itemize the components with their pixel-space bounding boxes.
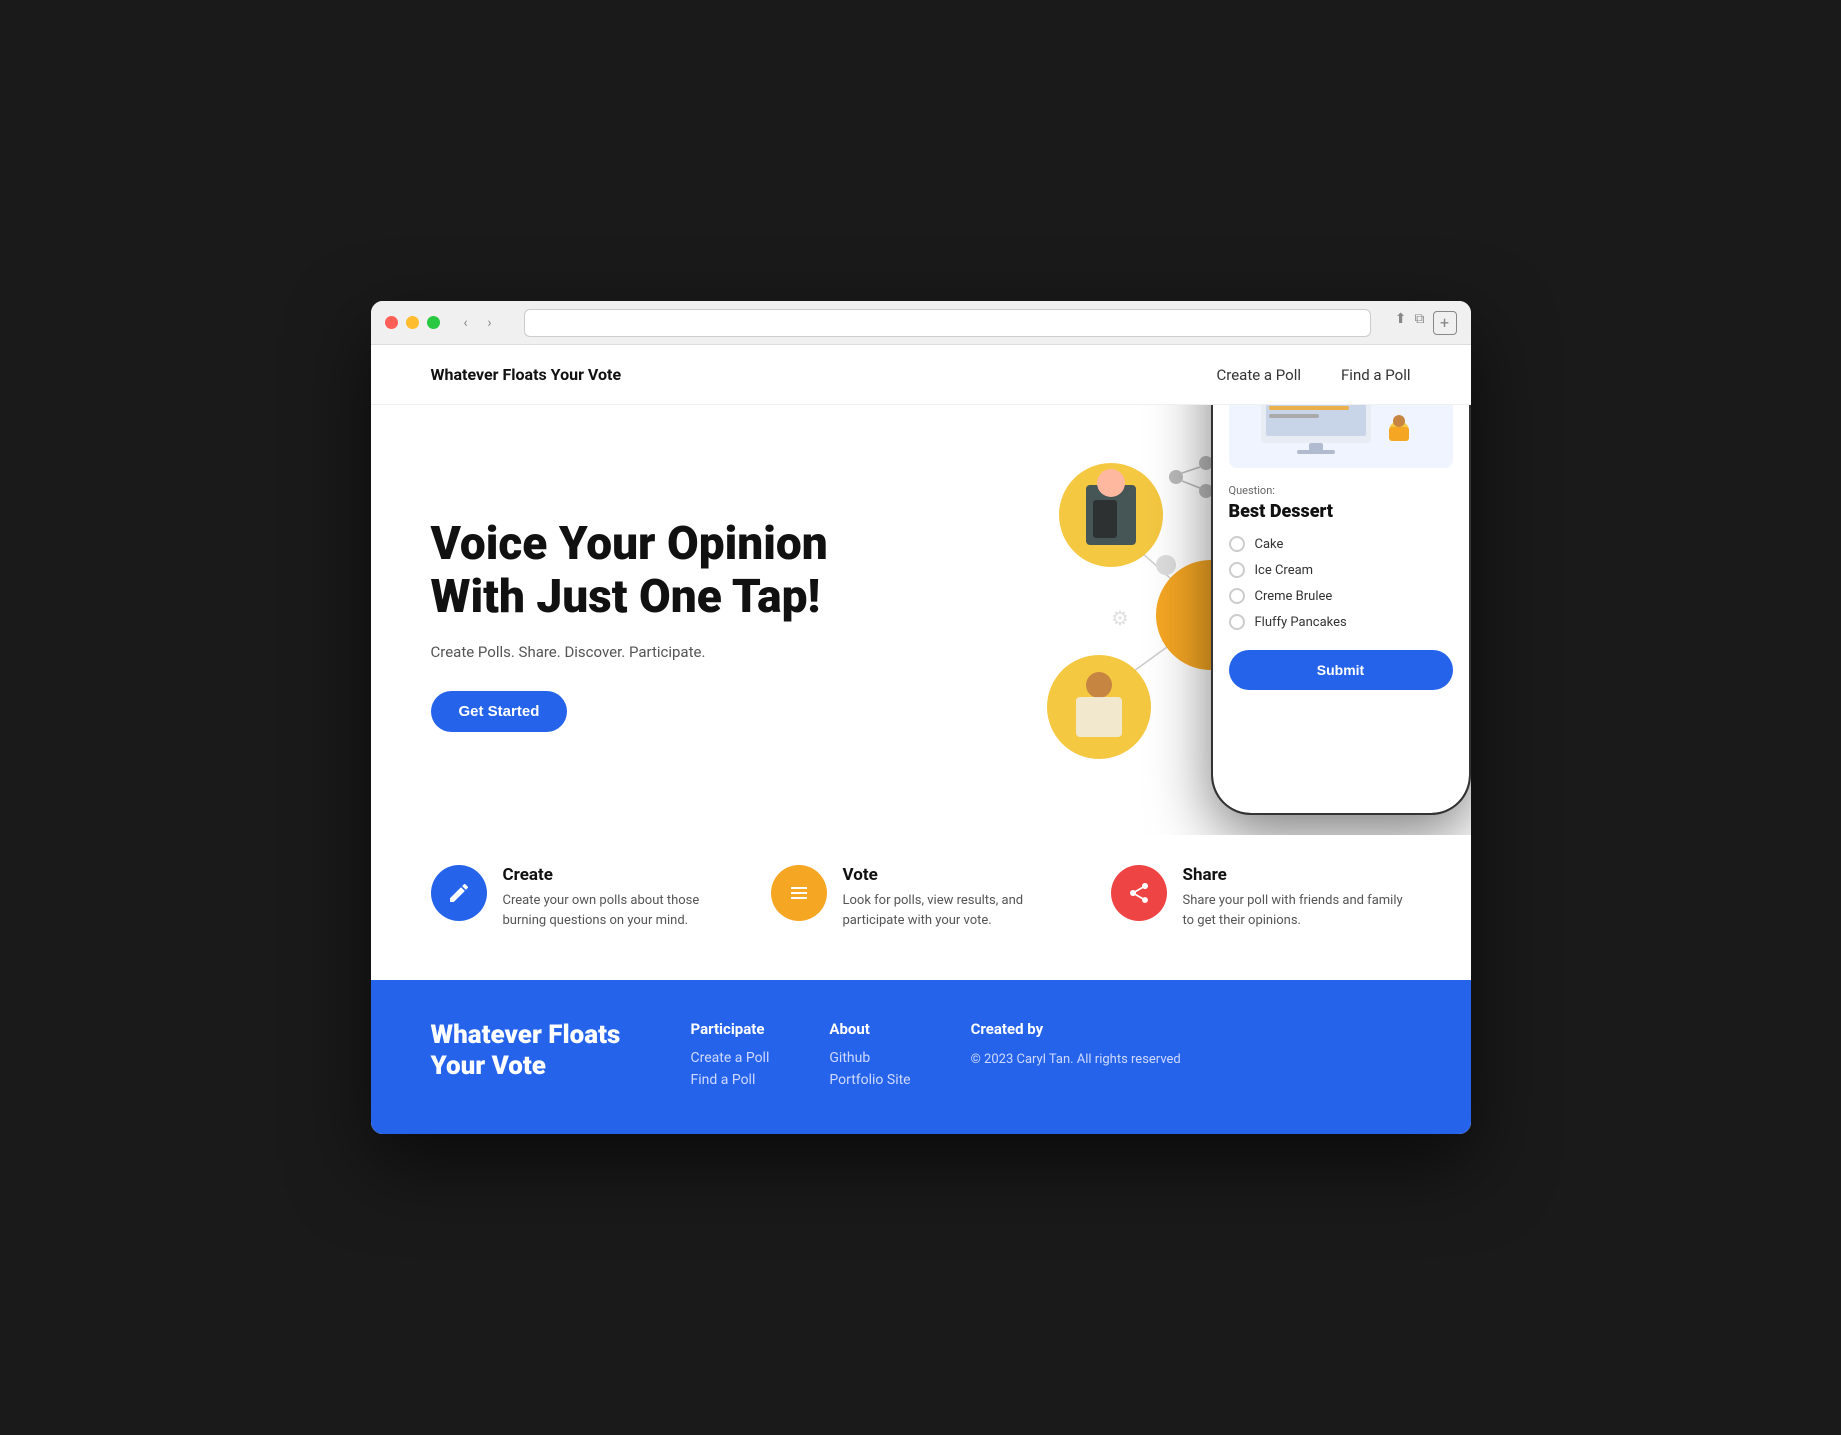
feature-vote-desc: Look for polls, view results, and partic… [843,891,1071,930]
maximize-button[interactable] [427,316,440,329]
feature-vote-title: Vote [843,865,1071,885]
phone-body: Question: Best Dessert Cake Ice Cream [1213,405,1469,813]
vote-icon [771,865,827,921]
nav-create-poll[interactable]: Create a Poll [1217,366,1302,384]
poll-radio-creme-brulee[interactable] [1229,588,1245,604]
footer-brand: Whatever Floats Your Vote [431,1020,631,1094]
get-started-button[interactable]: Get Started [431,691,568,732]
feature-vote: Vote Look for polls, view results, and p… [771,865,1071,930]
hero-title: Voice Your Opinion With Just One Tap! [431,518,921,624]
minimize-button[interactable] [406,316,419,329]
phone-illustration-svg [1241,405,1441,463]
footer-participate-heading: Participate [691,1020,770,1038]
feature-create-text: Create Create your own polls about those… [503,865,731,930]
nav-find-poll[interactable]: Find a Poll [1341,366,1411,384]
feature-share-title: Share [1183,865,1411,885]
hero-left: Voice Your Opinion With Just One Tap! Cr… [431,518,921,733]
feature-create: Create Create your own polls about those… [431,865,731,930]
hero-right: ⚙ ⚙ ⚙ [921,465,1411,785]
site-footer: Whatever Floats Your Vote Participate Cr… [371,980,1471,1134]
footer-find-poll-link[interactable]: Find a Poll [691,1072,770,1088]
phone-screen: Whatever FloatsYour Vote [1213,405,1469,813]
site-nav-links: Create a Poll Find a Poll [1217,366,1411,384]
footer-brand-name: Whatever Floats Your Vote [431,1020,631,1082]
feature-share-desc: Share your poll with friends and family … [1183,891,1411,930]
feature-create-title: Create [503,865,731,885]
share-icon[interactable]: ⬆ [1395,311,1407,335]
phone-illustration-box [1229,405,1453,468]
website-content: Whatever Floats Your Vote Create a Poll … [371,345,1471,1134]
phone-submit-button[interactable]: Submit [1229,650,1453,690]
footer-participate-column: Participate Create a Poll Find a Poll [691,1020,770,1094]
url-bar[interactable] [524,309,1371,337]
footer-about-heading: About [829,1020,910,1038]
poll-option-text-cake: Cake [1255,537,1284,552]
new-tab-button[interactable]: + [1433,311,1457,335]
hero-section: Voice Your Opinion With Just One Tap! Cr… [371,405,1471,835]
nav-arrows: ‹ › [456,313,500,333]
site-navbar: Whatever Floats Your Vote Create a Poll … [371,345,1471,405]
features-section: Create Create your own polls about those… [371,835,1471,980]
poll-option-text-ice-cream: Ice Cream [1255,563,1314,578]
poll-option-creme-brulee[interactable]: Creme Brulee [1229,588,1453,604]
footer-created-by-column: Created by © 2023 Caryl Tan. All rights … [971,1020,1181,1094]
poll-option-cake[interactable]: Cake [1229,536,1453,552]
forward-button[interactable]: › [480,313,500,333]
poll-radio-cake[interactable] [1229,536,1245,552]
footer-copyright: © 2023 Caryl Tan. All rights reserved [971,1050,1181,1070]
footer-create-poll-link[interactable]: Create a Poll [691,1050,770,1066]
footer-github-link[interactable]: Github [829,1050,910,1066]
poll-radio-fluffy-pancakes[interactable] [1229,614,1245,630]
poll-radio-ice-cream[interactable] [1229,562,1245,578]
share-icon [1111,865,1167,921]
phone-poll-question-label: Question: [1229,484,1453,497]
phone-poll-title: Best Dessert [1229,501,1453,522]
hero-subtitle: Create Polls. Share. Discover. Participa… [431,643,921,661]
tabs-icon[interactable]: ⧉ [1415,311,1425,335]
feature-create-desc: Create your own polls about those burnin… [503,891,731,930]
poll-option-text-creme-brulee: Creme Brulee [1255,589,1333,604]
feature-share: Share Share your poll with friends and f… [1111,865,1411,930]
footer-created-by-heading: Created by [971,1020,1181,1038]
create-icon [431,865,487,921]
back-button[interactable]: ‹ [456,313,476,333]
phone-overlay: Whatever FloatsYour Vote [1211,405,1471,815]
titlebar-actions: ⬆ ⧉ + [1395,311,1457,335]
site-logo: Whatever Floats Your Vote [431,365,622,384]
footer-about-column: About Github Portfolio Site [829,1020,910,1094]
svg-text:⚙: ⚙ [1111,606,1129,630]
feature-vote-text: Vote Look for polls, view results, and p… [843,865,1071,930]
close-button[interactable] [385,316,398,329]
poll-option-ice-cream[interactable]: Ice Cream [1229,562,1453,578]
poll-option-text-fluffy-pancakes: Fluffy Pancakes [1255,615,1347,630]
poll-option-fluffy-pancakes[interactable]: Fluffy Pancakes [1229,614,1453,630]
mac-window: ‹ › ⬆ ⧉ + Whatever Floats Your Vote Crea… [371,301,1471,1134]
feature-share-text: Share Share your poll with friends and f… [1183,865,1411,930]
footer-portfolio-link[interactable]: Portfolio Site [829,1072,910,1088]
phone-frame: Whatever FloatsYour Vote [1211,405,1471,815]
titlebar: ‹ › ⬆ ⧉ + [371,301,1471,345]
